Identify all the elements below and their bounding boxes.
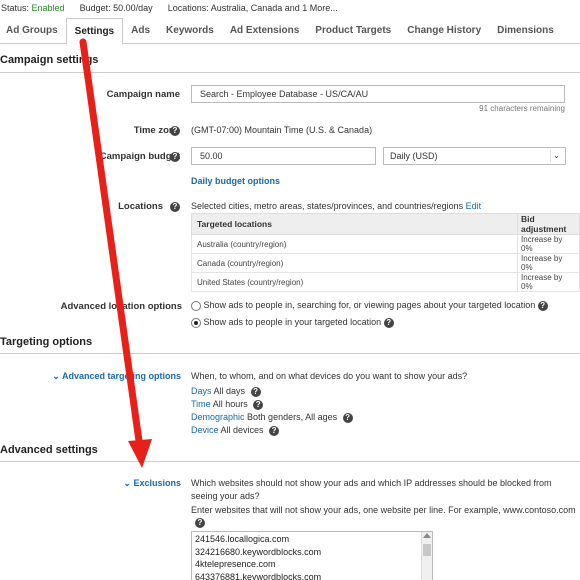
tab-keywords[interactable]: Keywords — [158, 18, 222, 44]
divider — [0, 461, 580, 462]
tab-change-history[interactable]: Change History — [399, 18, 489, 44]
advanced-targeting-options-label: Advanced targeting options — [61, 371, 181, 381]
budget-type-value: Daily (USD) — [390, 151, 438, 161]
characters-remaining: 91 characters remaining — [479, 104, 565, 113]
budget-summary: Budget: 50.00/day — [79, 3, 153, 13]
locations-description-text: Selected cities, metro areas, states/pro… — [191, 201, 464, 211]
targeting-item-demographic: Demographic Both genders, All ages ? — [191, 412, 353, 423]
locations-summary: Locations: Australia, Canada and 1 More.… — [167, 3, 338, 13]
exclusions-toggle[interactable]: ⌄ Exclusions — [123, 478, 181, 489]
advanced-targeting-options-toggle[interactable]: ⌄ Advanced targeting options — [52, 371, 181, 382]
tab-product-targets[interactable]: Product Targets — [307, 18, 399, 44]
help-icon[interactable]: ? — [170, 126, 180, 136]
exclusions-description-line-1: Which websites should not show your ads … — [191, 478, 552, 488]
tab-bar: Ad Groups Settings Ads Keywords Ad Exten… — [0, 18, 580, 45]
table-row: Canada (country/region) Increase by 0% — [191, 253, 580, 273]
bid-adjustment-cell: Increase by 0% — [517, 234, 580, 254]
status-label: Status: — [1, 3, 30, 13]
demographic-link[interactable]: Demographic — [191, 412, 245, 422]
help-icon[interactable]: ? — [170, 202, 180, 212]
textarea-scrollbar[interactable] — [421, 532, 432, 580]
excluded-websites-textarea[interactable]: 241546.locallogica.com 324216680.keyword… — [191, 531, 433, 580]
excluded-website-line: 241546.locallogica.com — [195, 534, 290, 544]
locations-edit-link[interactable]: Edit — [466, 201, 482, 211]
help-icon[interactable]: ? — [253, 399, 264, 410]
chevron-down-icon: ⌄ — [52, 371, 60, 381]
radio-button[interactable] — [191, 300, 201, 311]
campaign-name-label: Campaign name — [106, 89, 180, 100]
location-option-1-label: Show ads to people in, searching for, or… — [203, 300, 536, 310]
help-icon[interactable]: ? — [269, 425, 280, 436]
time-zone-value: (GMT-07:00) Mountain Time (U.S. & Canada… — [191, 125, 373, 135]
tab-ad-extensions[interactable]: Ad Extensions — [222, 18, 307, 44]
chevron-down-icon: ⌄ — [550, 150, 562, 162]
help-icon[interactable]: ? — [537, 300, 548, 311]
divider — [0, 353, 580, 354]
bid-adjustment-cell: Increase by 0% — [517, 253, 580, 273]
budget-type-select[interactable]: Daily (USD) ⌄ — [383, 147, 566, 165]
tab-ads[interactable]: Ads — [123, 18, 158, 44]
exclusions-description-line-2: seeing your ads? — [191, 491, 260, 501]
locations-table: Targeted locations Bid adjustment Austra… — [191, 213, 580, 292]
help-icon[interactable]: ? — [170, 152, 180, 162]
excluded-website-line: 4ktelepresence.com — [195, 559, 276, 569]
time-value: All hours — [212, 399, 248, 409]
location-option-1[interactable]: Show ads to people in, searching for, or… — [191, 300, 548, 311]
daily-budget-options-link[interactable]: Daily budget options — [191, 176, 280, 186]
exclusions-label: Exclusions — [133, 478, 181, 488]
location-option-2[interactable]: Show ads to people in your targeted loca… — [191, 317, 394, 328]
campaign-budget-input[interactable]: 50.00 — [191, 147, 376, 165]
tab-ad-groups[interactable]: Ad Groups — [0, 18, 66, 44]
excluded-website-line: 643376881.keywordblocks.com — [195, 571, 322, 580]
tab-settings[interactable]: Settings — [65, 18, 124, 45]
table-row: United States (country/region) Increase … — [191, 272, 580, 292]
radio-button-selected[interactable] — [191, 317, 201, 328]
location-option-2-label: Show ads to people in your targeted loca… — [203, 317, 382, 327]
excluded-website-line: 324216680.keywordblocks.com — [195, 546, 322, 557]
campaign-name-input[interactable]: Search - Employee Database - US/CA/AU — [191, 85, 565, 103]
tab-dimensions[interactable]: Dimensions — [489, 18, 562, 44]
help-icon[interactable]: ? — [342, 412, 353, 423]
table-header-row: Targeted locations Bid adjustment — [191, 213, 580, 235]
location-cell: Canada (country/region) — [191, 253, 518, 273]
chevron-down-icon: ⌄ — [123, 478, 131, 488]
location-cell: Australia (country/region) — [191, 234, 518, 254]
demographic-value: Both genders, All ages — [247, 412, 338, 422]
targeting-options-heading: Targeting options — [0, 336, 93, 348]
help-icon[interactable]: ? — [250, 386, 261, 397]
help-icon[interactable]: ? — [383, 317, 394, 328]
annotation-arrow-head — [128, 439, 152, 468]
days-link[interactable]: Days — [191, 386, 212, 396]
column-header-bid-adjustment: Bid adjustment — [517, 213, 580, 235]
advanced-settings-heading: Advanced settings — [0, 444, 98, 456]
time-link[interactable]: Time — [191, 399, 211, 409]
exclusions-hint: Enter websites that will not show your a… — [191, 505, 576, 515]
location-cell: United States (country/region) — [191, 272, 518, 292]
status-value: Enabled — [31, 3, 65, 13]
divider — [0, 72, 580, 73]
status-bar: Status: Enabled Budget: 50.00/day Locati… — [0, 0, 580, 16]
targeting-item-device: Device All devices ? — [191, 425, 280, 436]
scrollbar-thumb[interactable] — [423, 544, 431, 556]
locations-description: Selected cities, metro areas, states/pro… — [191, 201, 481, 211]
targeting-item-days: Days All days ? — [191, 386, 261, 397]
locations-label: Locations — [118, 201, 163, 212]
days-value: All days — [213, 386, 246, 396]
bid-adjustment-cell: Increase by 0% — [517, 272, 580, 292]
targeting-description: When, to whom, and on what devices do yo… — [191, 371, 468, 381]
table-row: Australia (country/region) Increase by 0… — [191, 234, 580, 254]
advanced-location-options-label: Advanced location options — [60, 301, 182, 312]
annotation-arrow-shaft — [79, 38, 144, 452]
campaign-settings-heading: Campaign settings — [0, 54, 99, 66]
help-icon[interactable]: ? — [195, 518, 205, 528]
targeting-item-time: Time All hours ? — [191, 399, 264, 410]
device-value: All devices — [220, 425, 264, 435]
device-link[interactable]: Device — [191, 425, 219, 435]
campaign-budget-label: Campaign budget — [99, 151, 180, 162]
column-header-targeted-locations: Targeted locations — [191, 213, 518, 235]
scroll-up-arrow-icon[interactable] — [423, 533, 431, 538]
